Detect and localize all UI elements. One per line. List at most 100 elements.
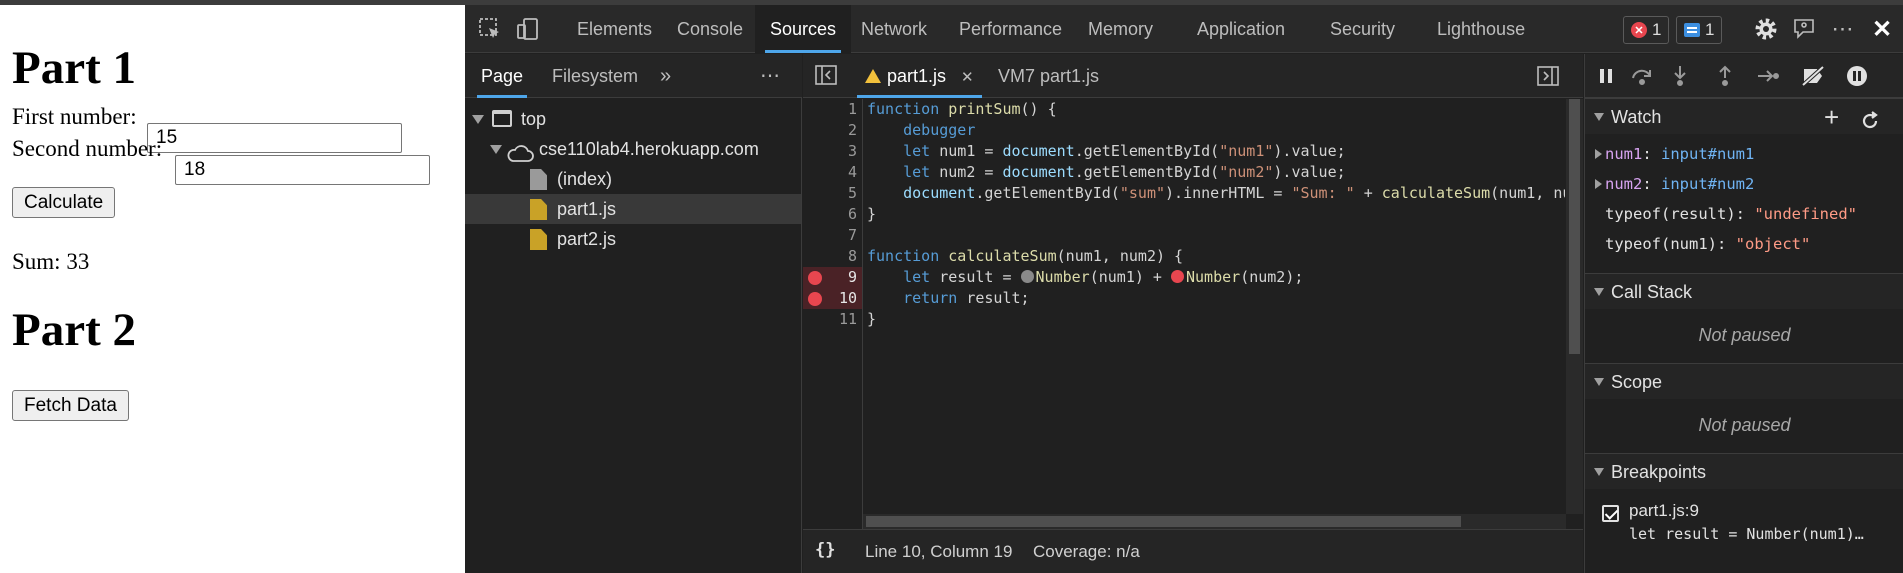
code-line[interactable]: document.getElementById("sum").innerHTML… bbox=[867, 183, 1565, 204]
tree-file-part1[interactable]: part1.js bbox=[465, 194, 801, 224]
error-icon: ✕ bbox=[1631, 22, 1647, 38]
breakpoint-checkbox[interactable] bbox=[1602, 505, 1619, 522]
line-number[interactable]: 2 bbox=[803, 120, 857, 141]
step-over-icon[interactable] bbox=[1630, 64, 1654, 88]
code-line[interactable]: let num1 = document.getElementById("num1… bbox=[867, 141, 1346, 162]
settings-gear-icon[interactable] bbox=[1754, 17, 1778, 41]
watch-section-header[interactable]: Watch + bbox=[1585, 98, 1903, 134]
close-devtools-icon[interactable]: ✕ bbox=[1870, 16, 1894, 43]
nav-tab-page[interactable]: Page bbox=[476, 54, 528, 98]
line-number[interactable]: 6 bbox=[803, 204, 857, 225]
editor-tab-part1[interactable]: part1.js ✕ bbox=[857, 54, 982, 98]
feedback-icon[interactable] bbox=[1792, 17, 1816, 41]
scrollbar-thumb[interactable] bbox=[866, 516, 1461, 527]
code-token: num2 = bbox=[939, 163, 1003, 181]
code-line[interactable]: function calculateSum(num1, num2) { bbox=[867, 246, 1183, 267]
code-line[interactable]: } bbox=[867, 204, 876, 225]
line-number[interactable]: 4 bbox=[803, 162, 857, 183]
error-count: 1 bbox=[1652, 20, 1662, 39]
breakpoints-section-header[interactable]: Breakpoints bbox=[1585, 453, 1903, 489]
code-line[interactable]: return result; bbox=[867, 288, 1029, 309]
line-number[interactable]: 3 bbox=[803, 141, 857, 162]
pause-icon[interactable] bbox=[1594, 64, 1618, 88]
pretty-print-icon[interactable]: {} bbox=[815, 540, 835, 560]
code-token: function bbox=[867, 247, 949, 265]
horizontal-scrollbar[interactable] bbox=[863, 514, 1566, 529]
code-line[interactable]: } bbox=[867, 309, 876, 330]
tree-item-top[interactable]: top bbox=[465, 104, 801, 134]
tab-network[interactable]: Network bbox=[861, 5, 927, 53]
message-count-badge[interactable]: 1 bbox=[1676, 16, 1723, 44]
inline-breakpoint-marker[interactable] bbox=[1171, 270, 1184, 283]
add-watch-icon[interactable]: + bbox=[1824, 99, 1839, 135]
scrollbar-thumb[interactable] bbox=[1569, 99, 1580, 354]
line-number[interactable]: 5 bbox=[803, 183, 857, 204]
code-area[interactable]: function printSum() { debugger let num1 … bbox=[865, 99, 1565, 499]
close-tab-icon[interactable]: ✕ bbox=[961, 69, 974, 86]
devtools-main-toolbar: Elements Console Sources Network Perform… bbox=[465, 5, 1903, 53]
editor-tab-vm7[interactable]: VM7 part1.js bbox=[998, 54, 1099, 98]
expand-arrow-icon bbox=[1595, 179, 1602, 189]
step-into-icon[interactable] bbox=[1668, 64, 1692, 88]
code-line[interactable]: function printSum() { bbox=[867, 99, 1057, 120]
editor-tab-label: part1.js bbox=[887, 66, 947, 86]
code-line[interactable]: debugger bbox=[867, 120, 975, 141]
nav-tab-filesystem[interactable]: Filesystem bbox=[552, 54, 638, 98]
code-token: (num1) + bbox=[1089, 268, 1171, 286]
inspect-element-icon[interactable] bbox=[478, 17, 502, 41]
pause-on-exceptions-icon[interactable] bbox=[1845, 64, 1869, 88]
watch-expression: num2 bbox=[1605, 175, 1643, 193]
line-number[interactable]: 11 bbox=[803, 309, 857, 330]
second-number-input[interactable] bbox=[175, 155, 430, 185]
tab-application[interactable]: Application bbox=[1197, 5, 1285, 53]
code-token: .getElementById( bbox=[1074, 142, 1220, 160]
step-out-icon[interactable] bbox=[1713, 64, 1737, 88]
tab-lighthouse[interactable]: Lighthouse bbox=[1437, 5, 1525, 53]
message-count: 1 bbox=[1705, 20, 1715, 39]
code-line[interactable]: let result = Number(num1) + Number(num2)… bbox=[867, 267, 1303, 288]
tree-file-index[interactable]: (index) bbox=[465, 164, 801, 194]
navigator-menu-icon[interactable]: ⋯ bbox=[760, 54, 780, 98]
call-stack-section-header[interactable]: Call Stack bbox=[1585, 273, 1903, 309]
device-toolbar-icon[interactable] bbox=[516, 17, 540, 41]
inline-breakpoint-marker[interactable] bbox=[1020, 270, 1034, 283]
refresh-watch-icon[interactable] bbox=[1860, 107, 1880, 143]
deactivate-breakpoints-icon[interactable] bbox=[1801, 64, 1825, 88]
scope-section-header[interactable]: Scope bbox=[1585, 363, 1903, 399]
tab-elements[interactable]: Elements bbox=[577, 5, 652, 53]
watch-item[interactable]: typeof(num1): "object" bbox=[1585, 229, 1903, 259]
toggle-debugger-icon[interactable] bbox=[1537, 66, 1559, 91]
line-number-gutter[interactable]: 1 2 3 4 5 6 7 8 9 10 11 bbox=[803, 99, 863, 529]
tab-memory[interactable]: Memory bbox=[1088, 5, 1153, 53]
code-line[interactable]: let num2 = document.getElementById("num2… bbox=[867, 162, 1346, 183]
tab-performance[interactable]: Performance bbox=[959, 5, 1062, 53]
code-token: ).value; bbox=[1273, 163, 1346, 181]
line-number[interactable]: 10 bbox=[803, 288, 857, 309]
first-number-input[interactable] bbox=[147, 123, 402, 153]
toggle-navigator-icon[interactable] bbox=[815, 65, 837, 90]
line-number[interactable]: 7 bbox=[803, 225, 857, 246]
line-number[interactable]: 9 bbox=[803, 267, 857, 288]
watch-item[interactable]: num1: input#num1 bbox=[1585, 139, 1903, 169]
line-number[interactable]: 1 bbox=[803, 99, 857, 120]
calculate-button[interactable]: Calculate bbox=[12, 187, 116, 218]
tab-sources[interactable]: Sources bbox=[755, 5, 852, 53]
vertical-scrollbar[interactable] bbox=[1566, 99, 1583, 514]
tab-security[interactable]: Security bbox=[1330, 5, 1395, 53]
step-icon[interactable] bbox=[1756, 64, 1780, 88]
error-count-badge[interactable]: ✕ 1 bbox=[1623, 16, 1670, 44]
tree-item-host[interactable]: cse110lab4.herokuapp.com bbox=[465, 134, 801, 164]
tab-console[interactable]: Console bbox=[677, 5, 743, 53]
code-token: "num1" bbox=[1219, 142, 1274, 160]
more-tabs-icon[interactable]: » bbox=[660, 54, 671, 98]
tree-file-part2[interactable]: part2.js bbox=[465, 224, 801, 254]
line-number[interactable]: 8 bbox=[803, 246, 857, 267]
watch-item[interactable]: typeof(result): "undefined" bbox=[1585, 199, 1903, 229]
watch-item[interactable]: num2: input#num2 bbox=[1585, 169, 1903, 199]
more-options-icon[interactable]: ⋯ bbox=[1831, 16, 1855, 41]
tree-item-label: part1.js bbox=[557, 199, 617, 219]
breakpoint-item[interactable]: part1.js:9 let result = Number(num1)… bbox=[1585, 494, 1903, 544]
fetch-data-button[interactable]: Fetch Data bbox=[12, 390, 129, 421]
